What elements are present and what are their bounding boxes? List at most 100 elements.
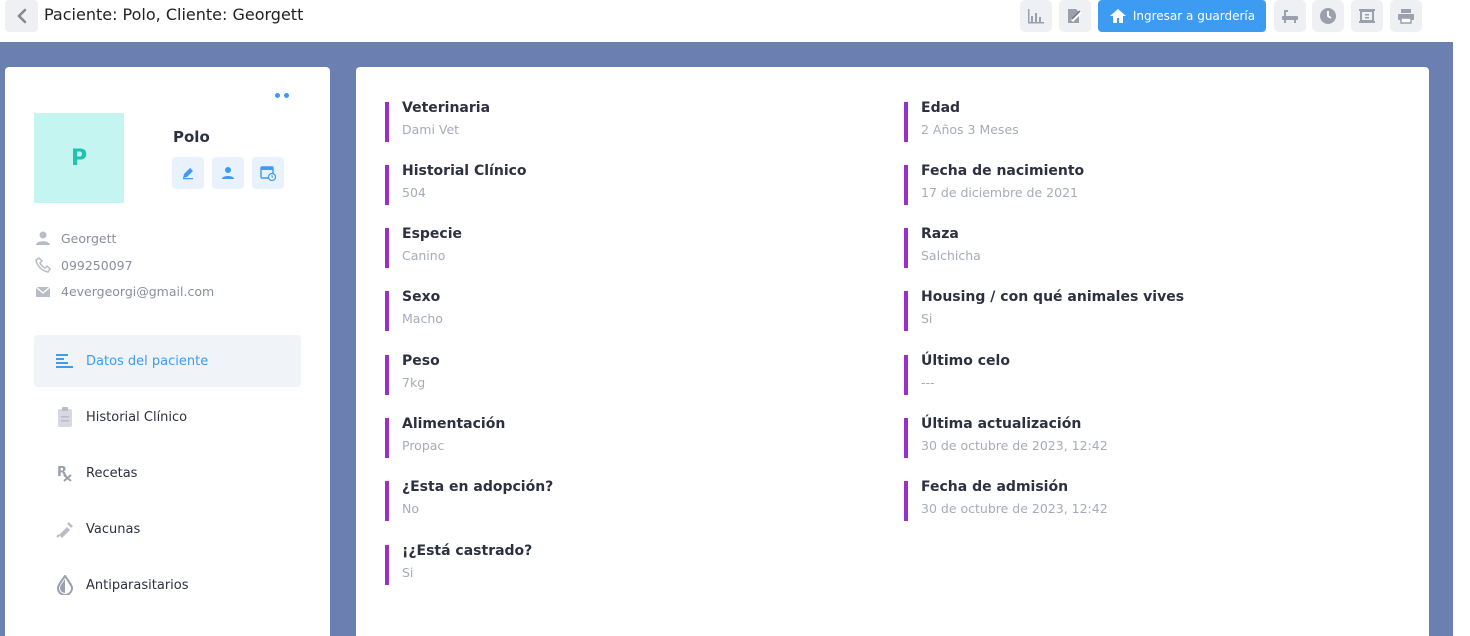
detail-field: Sexo Macho (385, 289, 845, 331)
printer-icon (1398, 9, 1414, 24)
field-value: Macho (402, 311, 443, 326)
print-button[interactable] (1390, 0, 1422, 32)
owner-email: 4evergeorgi@gmail.com (61, 284, 215, 299)
field-value: 2 Años 3 Meses (921, 122, 1019, 137)
calendar-clock-icon (260, 166, 276, 181)
field-label: Sexo (402, 289, 441, 305)
syringe-icon (56, 522, 73, 538)
signature-button[interactable] (1059, 0, 1091, 32)
bath-icon (1282, 10, 1298, 23)
detail-field: Raza Salchicha (904, 226, 1364, 268)
field-label: Peso (402, 353, 440, 369)
field-label: Última actualización (921, 416, 1082, 432)
pencil-icon (183, 168, 193, 180)
user-icon (36, 231, 50, 245)
patient-name: Polo (173, 128, 210, 146)
detail-field: ¡¿Está castrado? Si (385, 543, 845, 585)
avatar: P (34, 113, 124, 203)
menu-item-label: Antiparasitarios (86, 577, 189, 593)
mail-icon (35, 286, 51, 297)
owner-name: Georgett (61, 230, 117, 246)
detail-field: Fecha de nacimiento 17 de diciembre de 2… (904, 163, 1364, 205)
history-button[interactable] (1312, 0, 1344, 32)
field-value: Si (921, 311, 933, 326)
right-edge (1453, 0, 1470, 636)
file-signature-icon (1068, 9, 1082, 23)
field-label: Fecha de admisión (921, 479, 1069, 495)
detail-field: Especie Canino (385, 226, 845, 268)
bath-button[interactable] (1274, 0, 1306, 32)
patient-details: Veterinaria Dami Vet Historial Clínico 5… (356, 67, 1429, 636)
detail-field: Último celo --- (904, 353, 1364, 395)
detail-field: Alimentación Propac (385, 416, 845, 458)
more-options-icon[interactable] (275, 93, 289, 98)
menu-item-vacunas[interactable]: Vacunas (34, 503, 301, 555)
field-label: Último celo (921, 353, 1010, 369)
page-title: Paciente: Polo, Cliente: Georgett (44, 5, 304, 24)
list-icon (56, 354, 73, 368)
owner-row: Georgett (35, 230, 116, 246)
patient-actions (172, 157, 284, 189)
field-label: Fecha de nacimiento (921, 163, 1085, 179)
bar-chart-icon (1028, 9, 1044, 24)
field-value: 30 de octubre de 2023, 12:42 (921, 501, 1108, 516)
menu-item-recetas[interactable]: R Recetas (34, 447, 301, 499)
menu-item-antiparasitarios[interactable]: Antiparasitarios (34, 559, 301, 611)
field-value: 30 de octubre de 2023, 12:42 (921, 438, 1108, 453)
daycare-admit-label: Ingresar a guardería (1132, 9, 1256, 23)
detail-field: Veterinaria Dami Vet (385, 100, 845, 142)
email-row: 4evergeorgi@gmail.com (35, 284, 214, 299)
menu-item-datos[interactable]: Datos del paciente (34, 335, 301, 387)
field-label: Especie (402, 226, 463, 242)
daycare-admit-button[interactable]: Ingresar a guardería (1098, 0, 1266, 32)
detail-field: ¿Esta en adopción? No (385, 479, 845, 521)
svg-text:R: R (57, 465, 67, 480)
detail-field: Peso 7kg (385, 353, 845, 395)
patient-sidebar: P Polo Georgett 099250097 4evergeorgi@gm… (5, 67, 330, 636)
patient-menu: Datos del paciente Historial Clínico R R… (34, 335, 301, 615)
back-button[interactable] (5, 0, 38, 32)
field-value: Si (402, 565, 414, 580)
field-value: Dami Vet (402, 122, 460, 137)
top-bar: Paciente: Polo, Cliente: Georgett Ingres… (0, 0, 1453, 42)
phone-row: 099250097 (35, 257, 133, 273)
clipboard-icon (58, 407, 72, 427)
detail-field: Edad 2 Años 3 Meses (904, 100, 1364, 142)
field-value: 7kg (402, 375, 426, 390)
menu-item-label: Historial Clínico (86, 409, 188, 425)
hospitalization-button[interactable] (1351, 0, 1383, 32)
menu-item-label: Recetas (86, 465, 138, 481)
menu-item-historial[interactable]: Historial Clínico (34, 391, 301, 443)
edit-patient-button[interactable] (172, 157, 204, 189)
field-label: Edad (921, 100, 961, 116)
chevron-left-icon (16, 8, 26, 24)
field-value: No (402, 501, 419, 516)
owner-phone: 099250097 (61, 257, 133, 273)
field-label: ¡¿Está castrado? (402, 543, 533, 559)
field-label: Veterinaria (402, 100, 491, 116)
field-value: Canino (402, 248, 446, 263)
field-label: Raza (921, 226, 959, 242)
schedule-button[interactable] (252, 157, 284, 189)
detail-field: Última actualización 30 de octubre de 20… (904, 416, 1364, 458)
building-icon (1359, 9, 1375, 23)
phone-icon (35, 257, 51, 273)
detail-field: Housing / con qué animales vives Si (904, 289, 1364, 331)
field-label: ¿Esta en adopción? (402, 479, 554, 495)
drop-icon (56, 575, 74, 595)
menu-item-label: Datos del paciente (86, 353, 209, 369)
user-icon (222, 167, 234, 179)
home-icon (1109, 9, 1126, 23)
field-value: Salchicha (921, 248, 981, 263)
owner-button[interactable] (212, 157, 244, 189)
field-value: 504 (402, 185, 426, 200)
detail-field: Historial Clínico 504 (385, 163, 845, 205)
field-label: Alimentación (402, 416, 506, 432)
stats-button[interactable] (1020, 0, 1052, 32)
field-label: Housing / con qué animales vives (921, 289, 1185, 305)
prescription-icon: R (57, 465, 72, 482)
field-value: Propac (402, 438, 445, 453)
field-label: Historial Clínico (402, 163, 527, 179)
detail-field: Fecha de admisión 30 de octubre de 2023,… (904, 479, 1364, 521)
field-value: --- (921, 375, 935, 390)
